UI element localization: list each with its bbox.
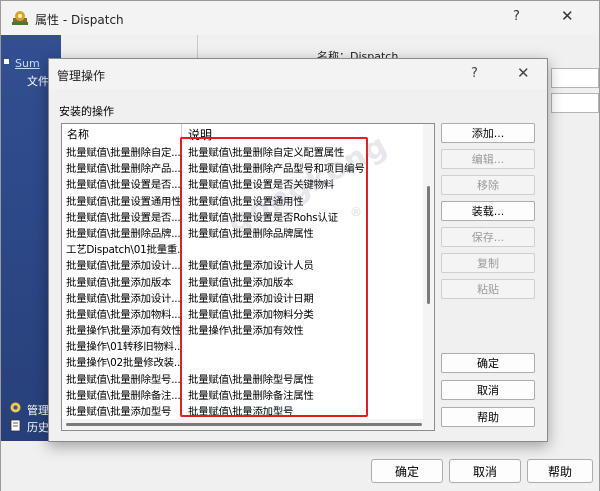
row-name: 批量赋值\批量添加型号 xyxy=(66,406,172,418)
row-description: 批量赋值\批量设置通用性 xyxy=(188,195,304,208)
list-item[interactable]: 批量操作\批量添加有效性 批量操作\批量添加有效性 xyxy=(62,322,422,338)
parent-field-2[interactable] xyxy=(551,93,599,113)
dialog-cancel-button[interactable]: 取消 xyxy=(441,380,535,400)
row-description: 批量赋值\批量添加版本 xyxy=(188,276,294,289)
list-item[interactable]: 工艺Dispatch\01批量重... xyxy=(62,241,422,257)
dialog-close-icon[interactable]: ✕ xyxy=(517,64,530,82)
copy-button[interactable]: 复制 xyxy=(441,253,535,273)
sidebar-summary-link[interactable]: Sum xyxy=(15,57,40,70)
row-name: 批量赋值\批量删除型号... xyxy=(66,373,180,386)
dialog-ok-button[interactable]: 确定 xyxy=(441,353,535,373)
manage-actions-dialog: 管理操作 ? ✕ 安装的操作 名称 说明 批量赋值\批量删除自定... 批量赋值\… xyxy=(48,58,548,442)
dialog-title-bar: 管理操作 ? ✕ xyxy=(49,59,547,89)
row-name: 批量赋值\批量删除品牌... xyxy=(66,227,180,240)
row-name: 批量赋值\批量设置是否... xyxy=(66,179,180,192)
list-item[interactable]: 批量赋值\批量删除自定... 批量赋值\批量删除自定义配置属性 xyxy=(62,144,422,160)
row-name: 批量赋值\批量删除自定... xyxy=(66,147,180,159)
save-button[interactable]: 保存... xyxy=(441,227,535,247)
vertical-scroll-thumb[interactable] xyxy=(427,186,430,304)
parent-close-icon[interactable]: ✕ xyxy=(561,7,574,25)
action-rows: 批量赋值\批量删除自定... 批量赋值\批量删除自定义配置属性 批量赋值\批量删除… xyxy=(62,144,422,419)
sidebar-bullet-icon xyxy=(4,59,9,64)
parent-title-bar: 属性 - Dispatch ? ✕ xyxy=(1,1,599,35)
dialog-help-icon[interactable]: ? xyxy=(471,66,478,81)
row-name: 批量操作\02批量修改装... xyxy=(66,357,180,370)
remove-button[interactable]: 移除 xyxy=(441,175,535,195)
row-description: 批量赋值\批量添加型号 xyxy=(188,406,294,418)
row-description: 批量赋值\批量删除自定义配置属性 xyxy=(188,147,345,159)
list-item[interactable]: 批量赋值\批量添加版本 批量赋值\批量添加版本 xyxy=(62,274,422,290)
row-name: 批量赋值\批量删除产品... xyxy=(66,163,180,176)
dialog-help-button[interactable]: 帮助 xyxy=(441,407,535,427)
row-name: 批量赋值\批量设置通用性 xyxy=(66,195,180,208)
history-doc-icon xyxy=(10,419,21,432)
list-item[interactable]: 批量赋值\批量删除型号... 批量赋值\批量删除型号属性 xyxy=(62,371,422,387)
row-description: 批量赋值\批量删除型号属性 xyxy=(188,373,314,386)
parent-cancel-button[interactable]: 取消 xyxy=(449,459,521,483)
row-description: 批量赋值\批量设置是否Rohs认证 xyxy=(188,211,338,224)
row-name: 批量操作\批量添加有效性 xyxy=(66,325,180,338)
list-item[interactable]: 批量赋值\批量设置通用性 批量赋值\批量设置通用性 xyxy=(62,193,422,209)
edit-button[interactable]: 编辑... xyxy=(441,149,535,169)
list-item[interactable]: 批量赋值\批量删除品牌... 批量赋值\批量删除品牌属性 xyxy=(62,225,422,241)
row-name: 批量赋值\批量删除备注... xyxy=(66,389,180,402)
paste-button[interactable]: 粘贴 xyxy=(441,279,535,299)
sidebar-file-label: 文件 xyxy=(27,75,49,88)
column-divider[interactable] xyxy=(181,124,182,141)
add-button[interactable]: 添加... xyxy=(441,123,535,143)
dialog-title: 管理操作 xyxy=(57,69,106,83)
load-button[interactable]: 装载... xyxy=(441,201,535,221)
list-item[interactable]: 批量赋值\批量设置是否... 批量赋值\批量设置是否Rohs认证 xyxy=(62,209,422,225)
list-item[interactable]: 批量赋值\批量删除产品... 批量赋值\批量删除产品型号和项目编号 xyxy=(62,160,422,176)
list-item[interactable]: 批量赋值\批量添加型号 批量赋值\批量添加型号 xyxy=(62,403,422,419)
app-icon xyxy=(12,11,28,25)
row-name: 批量赋值\批量添加设计... xyxy=(66,292,180,305)
column-header-name[interactable]: 名称 xyxy=(67,126,89,142)
row-name: 批量操作\01转移旧物料... xyxy=(66,341,180,354)
horizontal-scroll-thumb[interactable] xyxy=(66,423,422,426)
row-description: 批量操作\批量添加有效性 xyxy=(188,325,304,338)
row-name: 工艺Dispatch\01批量重... xyxy=(66,244,180,257)
sidebar-manage-item[interactable]: 管理 xyxy=(27,402,49,418)
parent-help-button[interactable]: 帮助 xyxy=(527,459,593,483)
list-item[interactable]: 批量赋值\批量设置是否... 批量赋值\批量设置是否关键物料 xyxy=(62,176,422,192)
list-item[interactable]: 批量操作\01转移旧物料... xyxy=(62,338,422,354)
gear-icon xyxy=(10,402,21,413)
row-description: 批量赋值\批量添加设计日期 xyxy=(188,292,314,305)
row-description: 批量赋值\批量添加设计人员 xyxy=(188,260,314,273)
row-name: 批量赋值\批量添加设计... xyxy=(66,260,180,273)
horizontal-scrollbar[interactable] xyxy=(62,419,434,430)
row-description: 批量赋值\批量添加物料分类 xyxy=(188,308,314,321)
parent-field-1[interactable] xyxy=(551,68,599,88)
installed-actions-list[interactable]: 名称 说明 批量赋值\批量删除自定... 批量赋值\批量删除自定义配置属性 批量赋… xyxy=(61,123,435,431)
parent-window-title: 属性 - Dispatch xyxy=(35,13,124,27)
vertical-scrollbar[interactable] xyxy=(423,124,434,419)
row-description: 批量赋值\批量删除备注属性 xyxy=(188,389,314,402)
list-item[interactable]: 批量赋值\批量添加物料... 批量赋值\批量添加物料分类 xyxy=(62,306,422,322)
list-item[interactable]: 批量操作\02批量修改装... xyxy=(62,354,422,370)
list-item[interactable]: 批量赋值\批量添加设计... 批量赋值\批量添加设计人员 xyxy=(62,257,422,273)
row-name: 批量赋值\批量添加物料... xyxy=(66,308,180,321)
installed-actions-label: 安装的操作 xyxy=(59,105,114,118)
row-name: 批量赋值\批量设置是否... xyxy=(66,211,180,224)
row-description: 批量赋值\批量删除品牌属性 xyxy=(188,227,314,240)
column-header-description[interactable]: 说明 xyxy=(188,126,212,143)
sidebar-history-item[interactable]: 历史 xyxy=(27,419,49,435)
row-description: 批量赋值\批量设置是否关键物料 xyxy=(188,179,334,192)
list-item[interactable]: 批量赋值\批量删除备注... 批量赋值\批量删除备注属性 xyxy=(62,387,422,403)
row-name: 批量赋值\批量添加版本 xyxy=(66,276,172,289)
list-item[interactable]: 批量赋值\批量添加设计... 批量赋值\批量添加设计日期 xyxy=(62,290,422,306)
parent-ok-button[interactable]: 确定 xyxy=(371,459,443,483)
row-description: 批量赋值\批量删除产品型号和项目编号 xyxy=(188,163,365,176)
parent-help-icon[interactable]: ? xyxy=(513,9,520,24)
